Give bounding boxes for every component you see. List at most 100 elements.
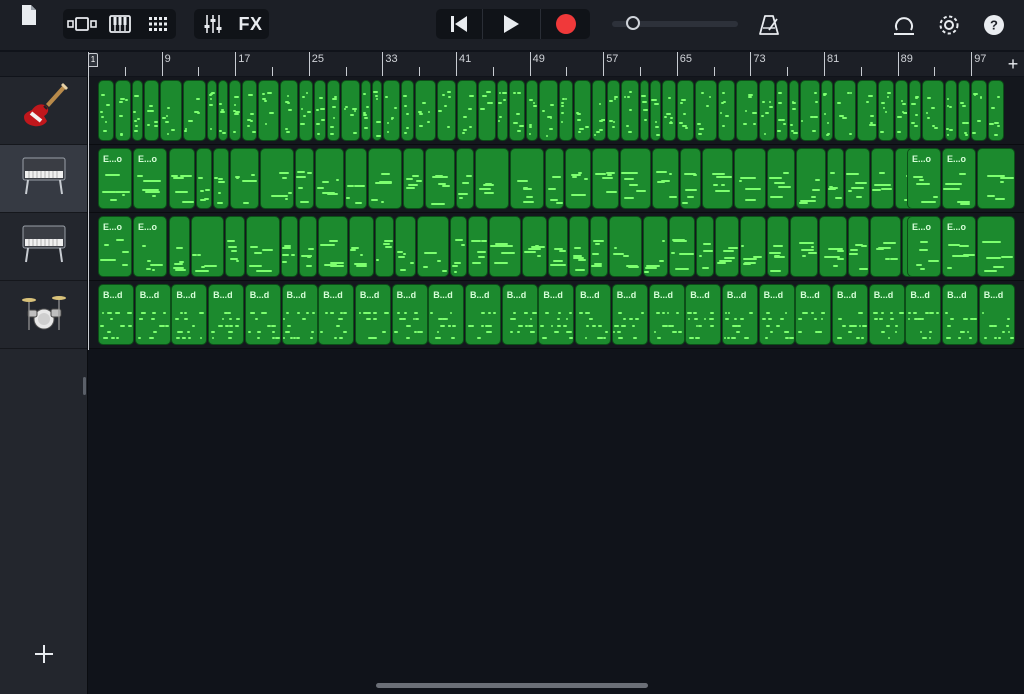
midi-region[interactable]	[478, 80, 496, 141]
midi-region[interactable]	[662, 80, 676, 141]
midi-region[interactable]: B...d	[685, 284, 722, 345]
midi-region[interactable]	[213, 148, 229, 209]
midi-region[interactable]	[318, 216, 348, 277]
midi-region[interactable]	[327, 80, 340, 141]
midi-region[interactable]	[988, 80, 1004, 141]
midi-region[interactable]	[315, 148, 344, 209]
midi-region[interactable]	[260, 148, 294, 209]
track-header-keys-1[interactable]	[0, 145, 87, 213]
midi-region[interactable]: E...o	[907, 216, 941, 277]
sidebar-resize-handle[interactable]	[83, 377, 86, 395]
midi-region[interactable]	[375, 216, 394, 277]
midi-region[interactable]	[878, 80, 894, 141]
midi-region[interactable]	[559, 80, 573, 141]
midi-region[interactable]	[489, 216, 521, 277]
midi-region[interactable]: B...d	[538, 284, 575, 345]
midi-region[interactable]	[548, 216, 568, 277]
midi-region[interactable]: B...d	[795, 284, 832, 345]
midi-region[interactable]	[718, 80, 735, 141]
midi-region[interactable]	[696, 216, 714, 277]
midi-region[interactable]	[314, 80, 326, 141]
slider-knob[interactable]	[626, 16, 640, 30]
help-icon[interactable]: ?	[981, 12, 1007, 38]
midi-region[interactable]	[620, 148, 651, 209]
track-lane-drums[interactable]: B...d B...d B...d B...d B...d B...d B...d B...d…	[89, 281, 1024, 349]
midi-region[interactable]	[545, 148, 564, 209]
midi-region[interactable]	[229, 80, 241, 141]
midi-region[interactable]	[539, 80, 558, 141]
midi-region[interactable]	[456, 148, 474, 209]
midi-region[interactable]: B...d	[318, 284, 355, 345]
midi-region[interactable]	[789, 80, 799, 141]
midi-region[interactable]	[767, 148, 795, 209]
midi-region[interactable]	[144, 80, 159, 141]
piano-keyboard-icon[interactable]	[101, 9, 138, 39]
midi-region[interactable]	[183, 80, 206, 141]
midi-region[interactable]	[281, 216, 298, 277]
track-header-bass[interactable]	[0, 77, 87, 145]
midi-region[interactable]	[827, 148, 844, 209]
midi-region[interactable]	[592, 80, 606, 141]
midi-region[interactable]	[522, 216, 547, 277]
midi-region[interactable]	[740, 216, 766, 277]
midi-region[interactable]	[680, 148, 701, 209]
midi-region[interactable]: B...d	[868, 284, 905, 345]
track-lane-bass[interactable]	[89, 77, 1024, 145]
midi-region[interactable]	[437, 80, 456, 141]
midi-region[interactable]	[509, 80, 525, 141]
timeline-ruler[interactable]: 9 17 25 33 41 49 57 65 73 81 89 97	[88, 52, 1024, 76]
fx-button[interactable]: FX	[232, 9, 269, 39]
midi-region[interactable]	[971, 80, 987, 141]
midi-region[interactable]	[395, 216, 416, 277]
midi-region[interactable]	[191, 216, 224, 277]
tracks-view-icon[interactable]	[63, 9, 100, 39]
midi-region[interactable]	[574, 80, 591, 141]
midi-region[interactable]	[349, 216, 374, 277]
midi-region[interactable]	[621, 80, 639, 141]
midi-region[interactable]	[450, 216, 467, 277]
midi-region[interactable]	[299, 216, 317, 277]
midi-region[interactable]	[834, 80, 856, 141]
midi-region[interactable]: B...d	[942, 284, 979, 345]
midi-region[interactable]	[870, 216, 901, 277]
empty-track-area[interactable]	[89, 351, 1024, 694]
midi-region[interactable]: E...o	[133, 148, 167, 209]
midi-region[interactable]	[695, 80, 717, 141]
mixer-sliders-icon[interactable]	[194, 9, 231, 39]
midi-region[interactable]: B...d	[758, 284, 795, 345]
track-lane-keys-2[interactable]: E...o E...o E...o E...o	[89, 213, 1024, 281]
midi-region[interactable]	[341, 80, 360, 141]
midi-region[interactable]	[736, 80, 758, 141]
midi-region[interactable]	[819, 216, 847, 277]
midi-region[interactable]	[280, 80, 298, 141]
midi-region[interactable]	[677, 80, 694, 141]
midi-region[interactable]	[258, 80, 279, 141]
midi-region[interactable]	[372, 80, 382, 141]
midi-region[interactable]	[510, 148, 544, 209]
play-icon[interactable]	[483, 9, 539, 39]
midi-region[interactable]	[669, 216, 695, 277]
gear-icon[interactable]	[936, 12, 962, 38]
midi-region[interactable]	[977, 216, 1015, 277]
midi-region[interactable]	[403, 148, 424, 209]
add-section-button[interactable]: +	[1002, 53, 1024, 75]
midi-region[interactable]	[592, 148, 619, 209]
midi-region[interactable]	[715, 216, 739, 277]
midi-region[interactable]	[225, 216, 245, 277]
midi-region[interactable]	[246, 216, 280, 277]
midi-region[interactable]	[895, 80, 908, 141]
midi-region[interactable]	[702, 148, 733, 209]
midi-region[interactable]	[767, 216, 789, 277]
metronome-icon[interactable]	[756, 12, 782, 38]
midi-region[interactable]	[218, 80, 228, 141]
midi-region[interactable]	[776, 80, 788, 141]
midi-region[interactable]	[196, 148, 212, 209]
midi-region[interactable]	[607, 80, 620, 141]
midi-region[interactable]: B...d	[98, 284, 134, 345]
midi-region[interactable]	[132, 80, 143, 141]
midi-region[interactable]	[652, 148, 679, 209]
midi-region[interactable]	[759, 80, 775, 141]
midi-region[interactable]	[160, 80, 182, 141]
midi-region[interactable]	[425, 148, 455, 209]
midi-region[interactable]	[871, 148, 894, 209]
